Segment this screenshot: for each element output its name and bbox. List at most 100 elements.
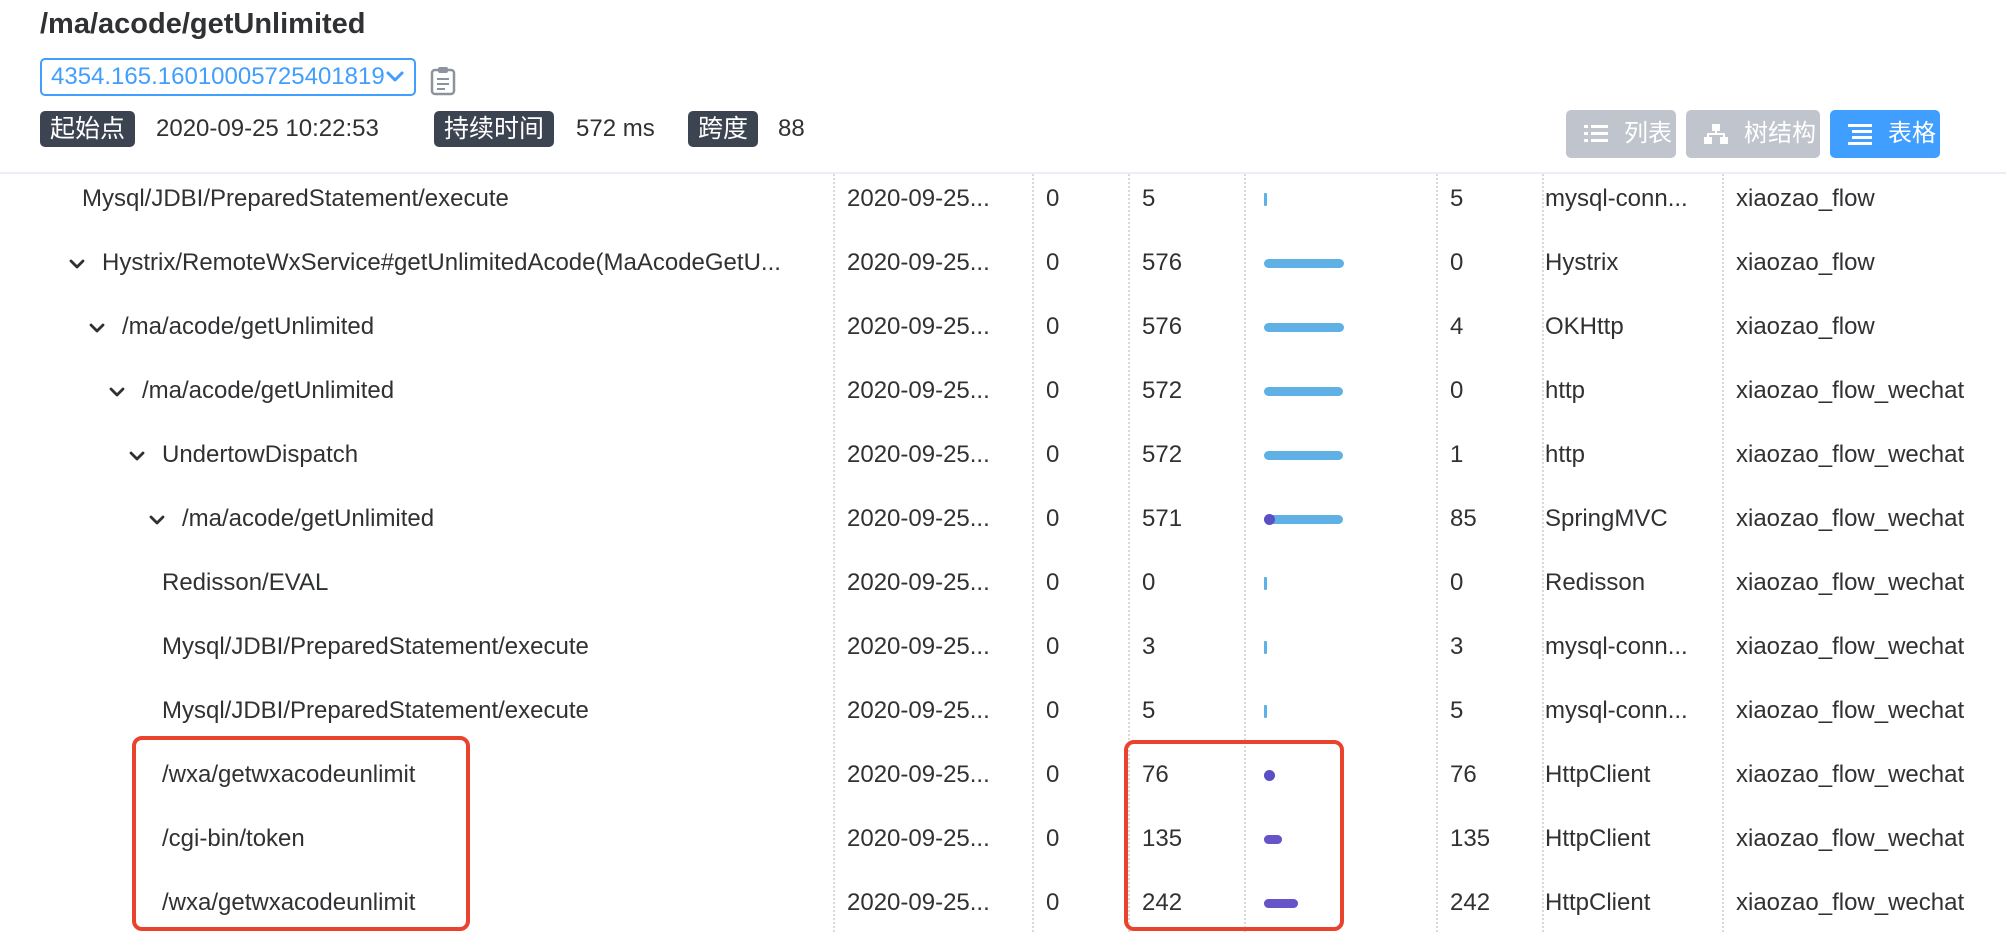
service-cell: xiaozao_flow_wechat	[1736, 505, 1965, 532]
exec-cell: 0	[1046, 441, 1060, 468]
exec-cell: 0	[1046, 505, 1060, 532]
service-cell: xiaozao_flow_wechat	[1736, 697, 1965, 724]
timeline-bar	[1264, 551, 1404, 615]
start-time-cell: 2020-09-25...	[847, 569, 990, 596]
list-view-label: 列表	[1624, 120, 1672, 147]
table-row[interactable]: Hystrix/RemoteWxService#getUnlimitedAcod…	[0, 231, 2006, 295]
span-label: 跨度	[688, 111, 759, 147]
component-cell: HttpClient	[1545, 825, 1651, 852]
duration-cell: 572	[1142, 377, 1183, 404]
duration-label: 持续时间	[434, 111, 555, 147]
page-title: /ma/acode/getUnlimited	[40, 8, 366, 40]
chevron-down-icon[interactable]	[68, 255, 86, 273]
self-time-cell: 5	[1450, 697, 1464, 724]
self-time-cell: 76	[1450, 761, 1477, 788]
highlight-box-durations	[1124, 740, 1344, 931]
trace-id-select[interactable]: 4354.165.16010005725401819	[40, 58, 416, 96]
span-name: Mysql/JDBI/PreparedStatement/execute	[162, 697, 589, 724]
exec-cell: 0	[1046, 761, 1060, 788]
self-time-cell: 0	[1450, 249, 1464, 276]
start-time-cell: 2020-09-25...	[847, 249, 990, 276]
self-time-cell: 4	[1450, 313, 1464, 340]
start-time-cell: 2020-09-25...	[847, 313, 990, 340]
exec-cell: 0	[1046, 633, 1060, 660]
span-name: /ma/acode/getUnlimited	[122, 313, 375, 340]
service-cell: xiaozao_flow_wechat	[1736, 889, 1965, 916]
duration-cell: 3	[1142, 633, 1156, 660]
service-cell: xiaozao_flow_wechat	[1736, 377, 1965, 404]
highlight-box-names	[132, 736, 470, 931]
table-row[interactable]: Redisson/EVAL 2020-09-25... 0 0 0 Redisson xia…	[0, 551, 2006, 615]
start-time-cell: 2020-09-25...	[847, 441, 990, 468]
self-time-cell: 0	[1450, 569, 1464, 596]
exec-cell: 0	[1046, 825, 1060, 852]
component-cell: http	[1545, 441, 1586, 468]
start-time-cell: 2020-09-25...	[847, 889, 990, 916]
chevron-down-icon[interactable]	[88, 319, 106, 337]
span-name: /ma/acode/getUnlimited	[182, 505, 435, 532]
duration-value: 572 ms	[576, 115, 655, 142]
table-row[interactable]: Mysql/JDBI/PreparedStatement/execute 2020…	[0, 679, 2006, 743]
exec-cell: 0	[1046, 249, 1060, 276]
tree-icon	[1704, 124, 1728, 144]
self-time-cell: 1	[1450, 441, 1464, 468]
service-cell: xiaozao_flow_wechat	[1736, 569, 1965, 596]
component-cell: HttpClient	[1545, 889, 1651, 916]
exec-cell: 0	[1046, 889, 1060, 916]
table-view-button[interactable]: 表格	[1830, 110, 1940, 158]
duration-cell: 571	[1142, 505, 1183, 532]
list-view-button[interactable]: 列表	[1566, 110, 1676, 158]
component-cell: SpringMVC	[1545, 505, 1668, 532]
tree-view-button[interactable]: 树结构	[1686, 110, 1820, 158]
timeline-bar	[1264, 359, 1404, 423]
table-row[interactable]: /ma/acode/getUnlimited 2020-09-25... 0 576 4…	[0, 295, 2006, 359]
component-cell: mysql-conn...	[1545, 697, 1688, 724]
span-name: /ma/acode/getUnlimited	[142, 377, 395, 404]
table-icon	[1848, 124, 1872, 145]
start-time-cell: 2020-09-25...	[847, 505, 990, 532]
start-time-cell: 2020-09-25...	[847, 697, 990, 724]
exec-cell: 0	[1046, 313, 1060, 340]
service-cell: xiaozao_flow	[1736, 313, 1875, 340]
tree-view-label: 树结构	[1744, 120, 1816, 147]
duration-cell: 5	[1142, 697, 1156, 724]
chevron-down-icon[interactable]	[128, 447, 146, 465]
start-time-cell: 2020-09-25...	[847, 761, 990, 788]
trace-table: Mysql/JDBI/PreparedStatement/execute 2020…	[0, 174, 2006, 932]
timeline-bar	[1264, 423, 1404, 487]
chevron-down-icon[interactable]	[148, 511, 166, 529]
service-cell: xiaozao_flow	[1736, 185, 1875, 212]
chevron-down-icon[interactable]	[108, 383, 126, 401]
span-name: Redisson/EVAL	[162, 569, 329, 596]
span-name: UndertowDispatch	[162, 441, 359, 468]
table-row[interactable]: Mysql/JDBI/PreparedStatement/execute 2020…	[0, 174, 2006, 231]
start-value: 2020-09-25 10:22:53	[156, 115, 379, 142]
timeline-bar	[1264, 174, 1404, 231]
total-duration-bar	[1264, 577, 1267, 590]
clipboard-icon[interactable]	[430, 66, 456, 96]
component-cell: mysql-conn...	[1545, 633, 1688, 660]
total-duration-bar	[1264, 515, 1343, 524]
table-row[interactable]: /ma/acode/getUnlimited 2020-09-25... 0 572 0…	[0, 359, 2006, 423]
service-cell: xiaozao_flow_wechat	[1736, 633, 1965, 660]
start-time-cell: 2020-09-25...	[847, 825, 990, 852]
self-time-cell: 135	[1450, 825, 1491, 852]
self-time-cell: 5	[1450, 185, 1464, 212]
total-duration-bar	[1264, 387, 1343, 396]
span-tag: 跨度	[688, 111, 759, 147]
total-duration-bar	[1264, 193, 1267, 206]
span-value: 88	[778, 115, 805, 142]
total-duration-bar	[1264, 641, 1267, 654]
duration-cell: 5	[1142, 185, 1156, 212]
exec-cell: 0	[1046, 569, 1060, 596]
timeline-bar	[1264, 615, 1404, 679]
table-row[interactable]: /ma/acode/getUnlimited 2020-09-25... 0 571 8…	[0, 487, 2006, 551]
trace-id-value: 4354.165.16010005725401819	[51, 63, 385, 90]
timeline-bar	[1264, 231, 1404, 295]
duration-cell: 576	[1142, 249, 1183, 276]
timeline-bar	[1264, 295, 1404, 359]
table-row[interactable]: Mysql/JDBI/PreparedStatement/execute 2020…	[0, 615, 2006, 679]
duration-tag: 持续时间	[434, 111, 555, 147]
chevron-down-icon	[386, 71, 404, 82]
table-row[interactable]: UndertowDispatch 2020-09-25... 0 572 1 http xi…	[0, 423, 2006, 487]
